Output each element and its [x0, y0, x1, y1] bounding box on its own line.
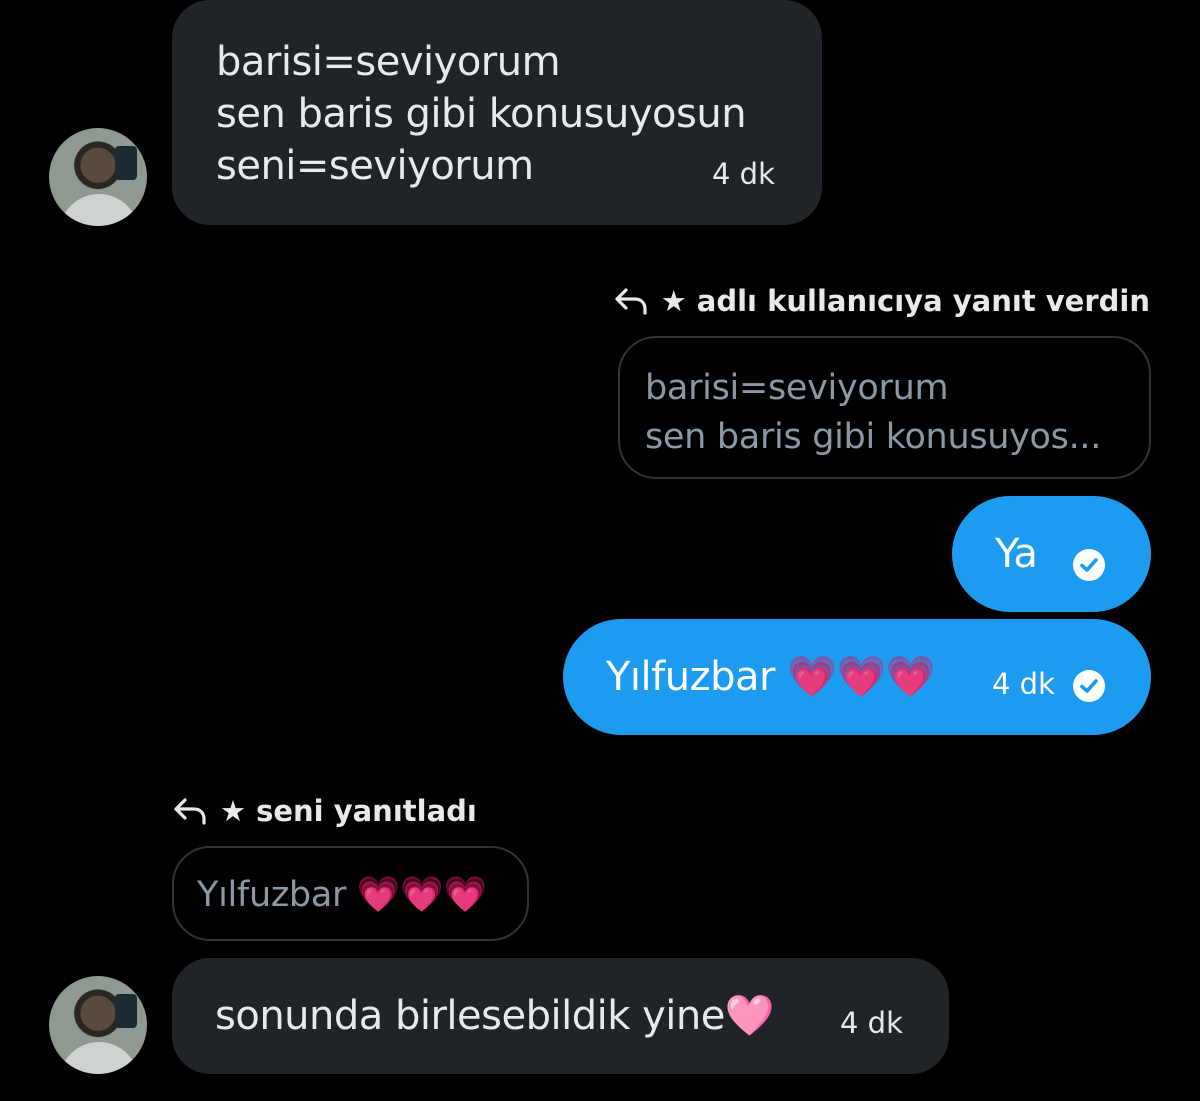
quoted-message[interactable]: barisi=seviyorum sen baris gibi konusuyo… [618, 336, 1151, 479]
message-text: Yılfuzbar 💗💗💗 [606, 654, 936, 700]
message-text: Ya [995, 531, 1038, 577]
reply-arrow-icon [174, 798, 206, 825]
sender-avatar[interactable] [49, 976, 147, 1074]
outgoing-message-bubble[interactable]: Yılfuzbar 💗💗💗 [563, 619, 1151, 735]
reply-info-text: ★ adlı kullanıcıya yanıt verdin [660, 284, 1150, 318]
sender-avatar[interactable] [49, 128, 147, 226]
message-line: sen baris gibi konusuyosun [216, 91, 747, 137]
quoted-line: barisi=seviyorum [645, 368, 949, 408]
quoted-line: Yılfuzbar 💗💗💗 [197, 875, 487, 915]
check-circle-icon [1073, 670, 1105, 702]
reply-context-label: ★ seni yanıtladı [172, 794, 477, 828]
quoted-message[interactable]: Yılfuzbar 💗💗💗 [172, 846, 529, 941]
incoming-message-bubble[interactable]: barisi=seviyorum sen baris gibi konusuyo… [172, 0, 822, 225]
reply-info-text: ★ seni yanıtladı [220, 794, 477, 828]
message-line: barisi=seviyorum [216, 39, 561, 85]
incoming-message-bubble[interactable]: sonunda birlesebildik yine🩷 [172, 958, 949, 1074]
reply-context-label: ★ adlı kullanıcıya yanıt verdin [613, 284, 1150, 318]
quoted-line: sen baris gibi konusuyos... [645, 417, 1102, 457]
message-timestamp: 4 dk [712, 157, 775, 191]
message-text: sonunda birlesebildik yine🩷 [215, 993, 775, 1039]
message-timestamp: 4 dk [840, 1006, 903, 1040]
reply-arrow-icon [615, 288, 647, 315]
outgoing-message-bubble[interactable]: Ya [952, 496, 1151, 612]
message-timestamp: 4 dk [992, 667, 1055, 701]
check-circle-icon [1073, 549, 1105, 581]
